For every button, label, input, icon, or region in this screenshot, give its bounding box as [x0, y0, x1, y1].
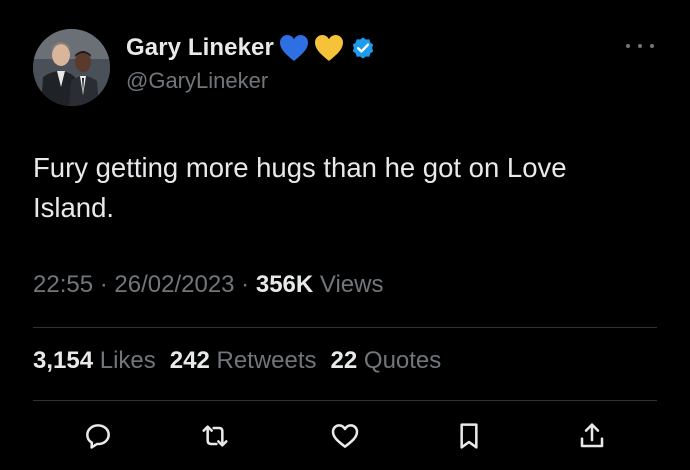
retweets-label: Retweets	[209, 347, 317, 374]
more-dot	[650, 44, 654, 48]
meta-separator: ·	[234, 271, 256, 298]
divider	[33, 327, 657, 328]
tweet-stats: 3,154 Likes 242 Retweets 22 Quotes	[33, 347, 455, 375]
likes-stat[interactable]: 3,154 Likes	[33, 347, 156, 375]
tweet-meta: 22:55 · 26/02/2023 · 356K Views	[33, 271, 383, 299]
author-handle[interactable]: @GaryLineker	[126, 68, 268, 94]
tweet-actions	[0, 418, 690, 458]
author-name-row[interactable]: Gary Lineker	[126, 32, 376, 64]
blue-heart-icon	[279, 34, 309, 62]
verified-badge-icon	[350, 35, 376, 61]
tweet-time[interactable]: 22:55	[33, 271, 93, 298]
divider	[33, 400, 657, 401]
tweet-text: Fury getting more hugs than he got on Lo…	[33, 152, 567, 223]
likes-count: 3,154	[33, 347, 94, 374]
more-options-icon[interactable]	[626, 40, 654, 52]
yellow-heart-icon	[314, 34, 344, 62]
quotes-label: Quotes	[357, 347, 442, 374]
retweet-icon[interactable]	[197, 418, 233, 454]
quotes-stat[interactable]: 22 Quotes	[331, 347, 442, 375]
more-dot	[638, 44, 642, 48]
tweet-card: Gary Lineker @GaryLineker Fury getting m…	[0, 0, 690, 470]
views-label: Views	[313, 271, 384, 298]
avatar[interactable]	[33, 29, 110, 106]
likes-label: Likes	[93, 347, 156, 374]
author-display-name[interactable]: Gary Lineker	[126, 34, 274, 62]
views-count: 356K	[255, 271, 314, 298]
reply-icon[interactable]	[80, 418, 116, 454]
share-icon[interactable]	[574, 418, 610, 454]
more-dot	[626, 44, 630, 48]
like-icon[interactable]	[327, 418, 363, 454]
tweet-date[interactable]: 26/02/2023	[114, 271, 234, 298]
bookmark-icon[interactable]	[451, 418, 487, 454]
retweets-stat[interactable]: 242 Retweets	[170, 347, 317, 375]
meta-separator: ·	[93, 271, 115, 298]
retweets-count: 242	[169, 347, 210, 374]
quotes-count: 22	[330, 347, 358, 374]
